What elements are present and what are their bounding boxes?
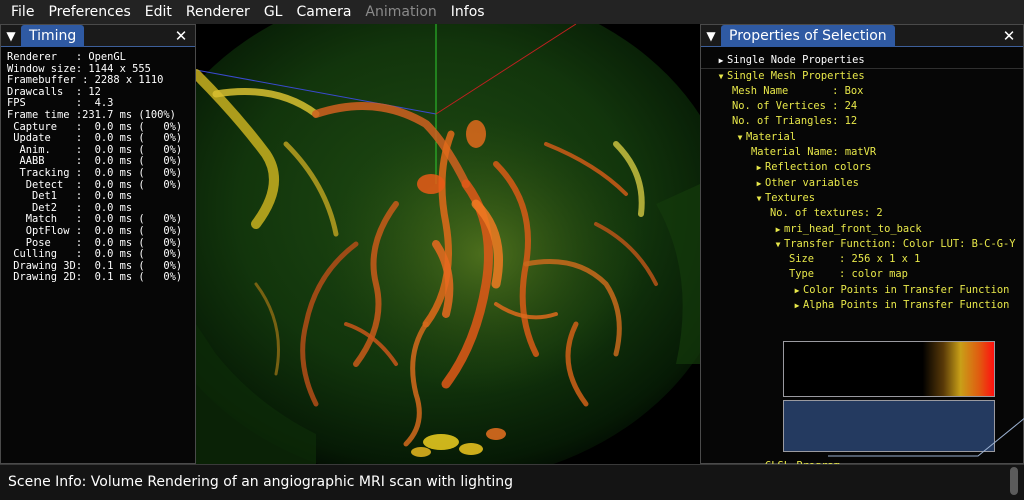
properties-window: ▼ Properties of Selection ✕ ▶ Single Node…	[700, 24, 1024, 472]
tree-node[interactable]: ▼ Textures	[753, 191, 815, 206]
tree-node-label: Type : color map	[789, 268, 908, 280]
tree-node[interactable]: ▼ Material	[734, 130, 796, 145]
vessel-blob	[423, 434, 459, 450]
alpha-curve	[827, 417, 1024, 457]
tree-node: No. of Vertices : 24	[732, 99, 857, 114]
tree-node: Mesh Name : Box	[732, 84, 863, 99]
tree-node: Material Name: matVR	[751, 145, 876, 160]
status-scrollbar[interactable]	[1010, 467, 1018, 495]
collapsed-triangle-icon[interactable]: ▶	[715, 53, 727, 68]
vessel-blob	[459, 443, 483, 455]
tree-node: No. of Triangles: 12	[732, 114, 857, 129]
tree-node-label: No. of Vertices : 24	[732, 100, 858, 112]
tree-node-label: Single Node Properties	[727, 54, 865, 66]
collapsed-triangle-icon[interactable]: ▶	[791, 283, 803, 298]
tree-node-label: Single Mesh Properties	[727, 70, 865, 82]
menu-gl[interactable]: GL	[257, 0, 290, 24]
tree-node[interactable]: ▶ Color Points in Transfer Function	[791, 283, 1010, 298]
tree-node-label: Material Name: matVR	[751, 146, 877, 158]
menu-bar: File Preferences Edit Renderer GL Camera Anima…	[0, 0, 1024, 24]
tree-node[interactable]: ▶ Alpha Points in Transfer Function	[791, 298, 1010, 313]
expanded-triangle-icon[interactable]: ▼	[753, 191, 765, 206]
tree-node-label: Reflection colors	[765, 161, 872, 173]
expanded-triangle-icon[interactable]: ▼	[772, 237, 784, 252]
tree-node-label: No. of Triangles: 12	[732, 115, 858, 127]
menu-infos[interactable]: Infos	[444, 0, 492, 24]
collapsed-triangle-icon[interactable]: ▶	[753, 160, 765, 175]
collapse-triangle-icon[interactable]: ▼	[701, 25, 721, 47]
timing-window: ▼ Timing ✕ Renderer : OpenGL Window size:…	[0, 24, 196, 464]
vessel-blob	[411, 447, 431, 457]
menu-file[interactable]: File	[4, 0, 41, 24]
collapse-triangle-icon[interactable]: ▼	[1, 25, 21, 47]
menu-edit[interactable]: Edit	[138, 0, 179, 24]
close-icon[interactable]: ✕	[1001, 25, 1017, 47]
properties-tree: ▶ Single Node Properties ▼ Single Mesh Prop…	[701, 49, 1024, 472]
tree-node[interactable]: ▶ Single Node Properties	[715, 53, 865, 68]
volume-render-canvas[interactable]	[196, 24, 700, 464]
menu-renderer[interactable]: Renderer	[179, 0, 257, 24]
timing-line: Det1 : 0.0 ms	[7, 190, 133, 203]
tree-node: Size : 256 x 1 x 1	[789, 252, 920, 267]
alpha-transfer-plot[interactable]	[783, 400, 1024, 457]
3d-viewport[interactable]	[196, 24, 700, 464]
expanded-triangle-icon[interactable]: ▼	[734, 130, 746, 145]
properties-title-bar[interactable]: ▼ Properties of Selection ✕	[701, 24, 1023, 47]
tree-node-label: Other variables	[765, 177, 859, 189]
timing-line: OptFlow : 0.0 ms ( 0%)	[7, 224, 183, 237]
collapsed-triangle-icon[interactable]: ▶	[753, 176, 765, 191]
vessel-blob	[486, 428, 506, 440]
collapsed-triangle-icon[interactable]: ▶	[772, 222, 784, 237]
timing-line: Renderer : OpenGL	[7, 51, 126, 63]
timing-line: Culling : 0.0 ms ( 0%)	[7, 248, 183, 261]
expanded-triangle-icon[interactable]: ▼	[715, 69, 727, 84]
tree-node[interactable]: ▶ mri_head_front_to_back	[772, 222, 922, 237]
tree-node-label: Color Points in Transfer Function	[803, 284, 1010, 296]
timing-line: Drawing 2D: 0.1 ms ( 0%)	[7, 271, 183, 284]
menu-camera[interactable]: Camera	[289, 0, 358, 24]
tree-node[interactable]: ▼ Transfer Function: Color LUT: B-C-G-Y	[772, 237, 1016, 252]
vessel-blob	[417, 174, 445, 194]
vessel-blob	[466, 120, 486, 148]
status-bar: Scene Info: Volume Rendering of an angio…	[0, 464, 1024, 500]
menu-animation: Animation	[365, 4, 437, 20]
properties-title: Properties of Selection	[721, 24, 895, 47]
tree-node[interactable]: ▼ Single Mesh Properties	[715, 69, 865, 84]
timing-title: Timing	[21, 24, 85, 47]
tree-node-label: Transfer Function: Color LUT: B-C-G-Y	[784, 238, 1016, 250]
collapsed-triangle-icon[interactable]: ▶	[791, 298, 803, 313]
tree-node-label: Textures	[765, 192, 816, 204]
timing-line: Update : 0.0 ms ( 0%)	[7, 132, 183, 145]
timing-line: Tracking : 0.0 ms ( 0%)	[7, 166, 183, 179]
tree-node-label: No. of textures: 2	[770, 207, 883, 219]
timing-stats: Renderer : OpenGL Window size: 1144 x 555…	[7, 51, 183, 284]
tree-node[interactable]: ▶ Other variables	[753, 176, 859, 191]
timing-title-bar[interactable]: ▼ Timing ✕	[1, 24, 195, 47]
tree-node-label: mri_head_front_to_back	[784, 223, 922, 235]
scene-info-text: Scene Info: Volume Rendering of an angio…	[8, 474, 514, 490]
timing-line: Frame time :231.7 ms (100%)	[7, 108, 176, 121]
close-icon[interactable]: ✕	[173, 25, 189, 47]
tree-node-label: Size : 256 x 1 x 1	[789, 253, 921, 265]
tree-node: Type : color map	[789, 267, 908, 282]
tree-node-label: Alpha Points in Transfer Function	[803, 299, 1010, 311]
tree-node: No. of textures: 2	[770, 206, 883, 221]
color-lut-preview	[783, 341, 995, 397]
tree-node-label: Mesh Name : Box	[732, 85, 864, 97]
tree-node[interactable]: ▶ Reflection colors	[753, 160, 872, 175]
menu-preferences[interactable]: Preferences	[41, 0, 137, 24]
tree-node-label: Material	[746, 131, 797, 143]
